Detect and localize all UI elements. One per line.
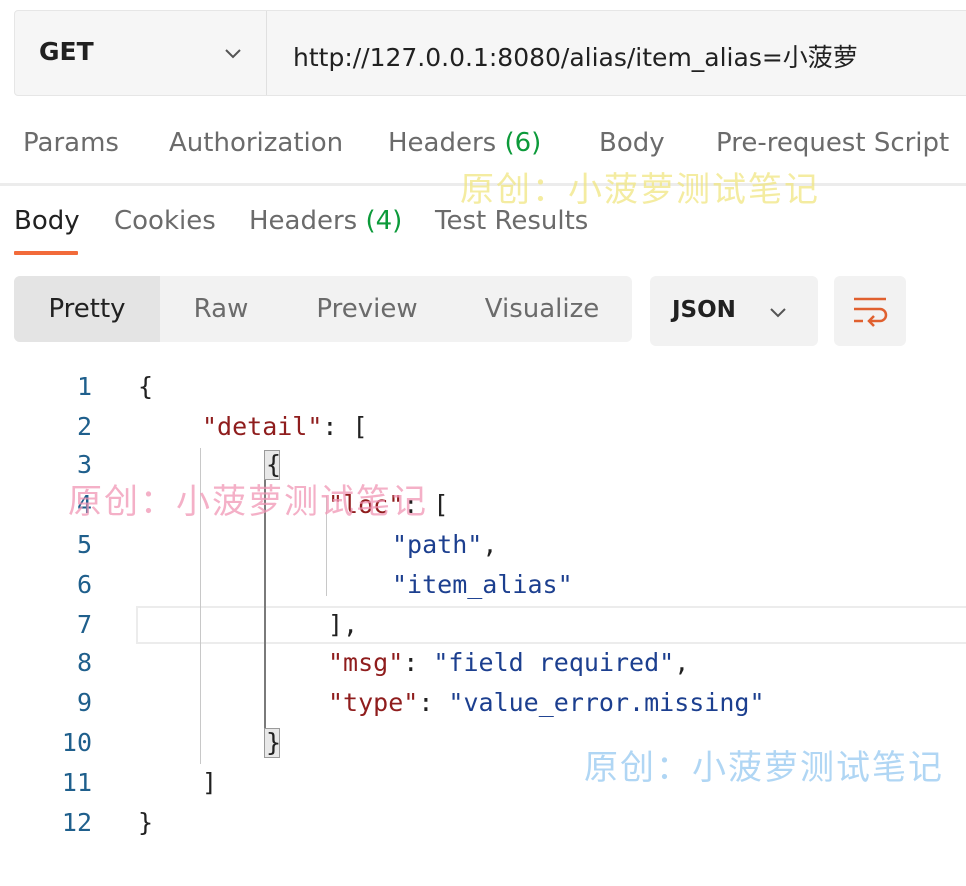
method-select[interactable]: GET <box>15 11 267 95</box>
response-tab-headers-label: Headers <box>249 206 358 236</box>
line-number: 12 <box>61 808 92 837</box>
code-line: 4 "loc": [ <box>0 490 966 526</box>
line-number: 7 <box>76 610 92 639</box>
code-line: 1 { <box>0 372 966 408</box>
code-text: ], <box>328 610 359 639</box>
section-divider <box>0 183 966 186</box>
code-text: "path", <box>392 530 497 559</box>
chevron-down-icon <box>770 308 786 318</box>
json-key: "msg" <box>328 648 404 677</box>
chevron-down-icon <box>225 49 241 59</box>
json-key: "detail" <box>202 412 323 441</box>
view-preview-button[interactable]: Preview <box>282 276 452 342</box>
json-punct: , <box>482 530 498 559</box>
code-text: ] <box>202 768 218 797</box>
code-text: "msg": "field required", <box>328 648 689 677</box>
tab-headers[interactable]: Headers (6) <box>388 128 541 158</box>
line-number: 3 <box>76 450 92 479</box>
url-input[interactable]: http://127.0.0.1:8080/alias/item_alias=小… <box>293 38 858 74</box>
line-number: 6 <box>76 570 92 599</box>
json-key: "loc" <box>328 490 404 519</box>
line-number: 4 <box>76 490 92 519</box>
view-pretty-button[interactable]: Pretty <box>14 276 160 342</box>
json-key: "type" <box>328 688 419 717</box>
headers-count-badge: (6) <box>504 128 542 158</box>
code-text: { <box>266 450 282 479</box>
response-body-editor[interactable]: 1 { 2 "detail": [ 3 { 4 "loc": [ 5 "path… <box>0 362 966 842</box>
tab-headers-label: Headers <box>388 128 497 158</box>
code-text: "detail": [ <box>202 412 368 441</box>
code-line: 8 "msg": "field required", <box>0 648 966 684</box>
json-punct: : [ <box>403 490 449 519</box>
line-number: 1 <box>76 372 92 401</box>
code-text: } <box>266 728 282 757</box>
json-string: "path" <box>392 530 483 559</box>
code-line: 9 "type": "value_error.missing" <box>0 688 966 724</box>
json-string: "item_alias" <box>392 570 573 599</box>
code-text: "type": "value_error.missing" <box>328 688 765 717</box>
line-number: 2 <box>76 412 92 441</box>
view-raw-button[interactable]: Raw <box>160 276 282 342</box>
code-text: { <box>138 372 154 401</box>
line-number: 5 <box>76 530 92 559</box>
view-visualize-button[interactable]: Visualize <box>452 276 632 342</box>
code-line: 10 } <box>0 728 966 764</box>
code-line: 5 "path", <box>0 530 966 566</box>
format-select[interactable]: JSON <box>650 276 818 346</box>
active-tab-indicator <box>14 251 78 255</box>
code-line: 12 } <box>0 808 966 844</box>
code-line: 7 ], <box>0 610 966 646</box>
url-bar: GET http://127.0.0.1:8080/alias/item_ali… <box>14 10 966 96</box>
json-punct: : <box>403 648 434 677</box>
json-punct: : [ <box>322 412 368 441</box>
line-number: 8 <box>76 648 92 677</box>
view-mode-group: Pretty Raw Preview Visualize <box>14 276 632 342</box>
tab-pre-request-script[interactable]: Pre-request Script <box>716 128 949 158</box>
line-number: 10 <box>61 728 92 757</box>
response-tab-cookies[interactable]: Cookies <box>114 206 216 236</box>
code-text: } <box>138 808 154 837</box>
code-line: 11 ] <box>0 768 966 804</box>
wrap-lines-button[interactable] <box>834 276 906 346</box>
json-string: "value_error.missing" <box>448 688 765 717</box>
tab-body[interactable]: Body <box>599 128 665 158</box>
code-line: 6 "item_alias" <box>0 570 966 606</box>
code-line: 2 "detail": [ <box>0 412 966 448</box>
json-punct: , <box>674 648 690 677</box>
request-tabs: Params Authorization Headers (6) Body Pr… <box>0 128 966 172</box>
code-line: 3 { <box>0 450 966 486</box>
tab-authorization[interactable]: Authorization <box>169 128 343 158</box>
format-select-label: JSON <box>672 297 736 323</box>
response-tab-test-results[interactable]: Test Results <box>435 206 588 236</box>
response-headers-count-badge: (4) <box>365 206 403 236</box>
json-punct: : <box>418 688 449 717</box>
method-label: GET <box>39 37 94 66</box>
response-tab-headers[interactable]: Headers (4) <box>249 206 402 236</box>
line-number: 11 <box>61 768 92 797</box>
code-text: "loc": [ <box>328 490 448 519</box>
line-number: 9 <box>76 688 92 717</box>
wrap-lines-icon <box>854 297 888 327</box>
json-string: "field required" <box>433 648 675 677</box>
tab-params[interactable]: Params <box>23 128 119 158</box>
response-tab-body[interactable]: Body <box>14 206 80 236</box>
